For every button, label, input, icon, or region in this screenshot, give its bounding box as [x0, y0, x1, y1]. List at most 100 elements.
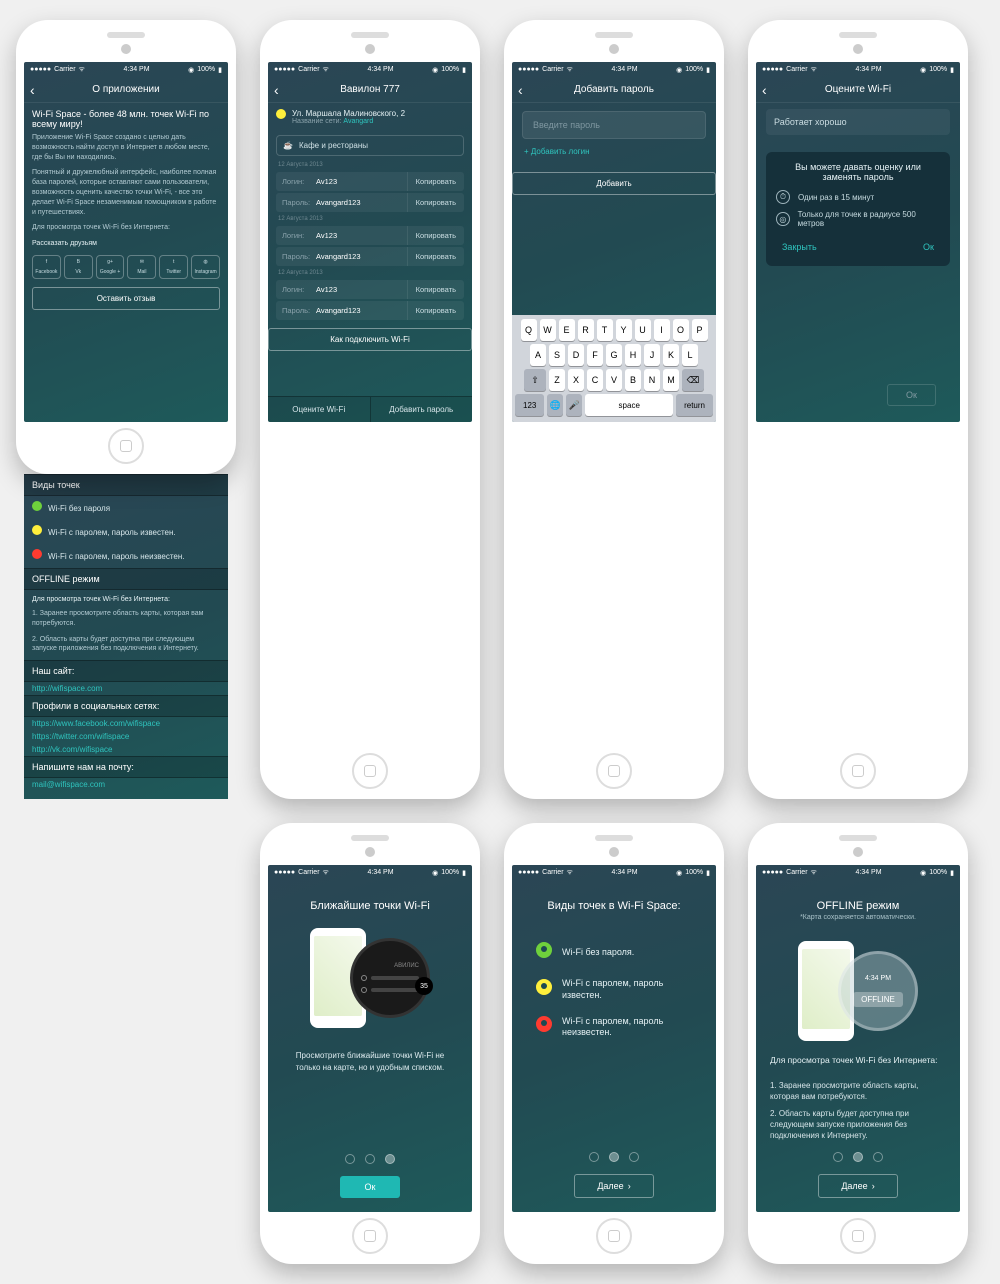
- dot-3[interactable]: [873, 1152, 883, 1162]
- dot-1[interactable]: [833, 1152, 843, 1162]
- key-l[interactable]: L: [682, 344, 698, 366]
- key-backspace[interactable]: ⌫: [682, 369, 704, 391]
- key-i[interactable]: I: [654, 319, 670, 341]
- dot-2[interactable]: [365, 1154, 375, 1164]
- nav-title: Добавить пароль: [574, 84, 654, 95]
- home-button[interactable]: [352, 1218, 388, 1254]
- copy-button[interactable]: Копировать: [407, 172, 464, 191]
- copy-button[interactable]: Копировать: [407, 301, 464, 320]
- key-c[interactable]: C: [587, 369, 603, 391]
- key-a[interactable]: A: [530, 344, 546, 366]
- back-icon[interactable]: ‹: [518, 82, 523, 98]
- home-button[interactable]: [108, 428, 144, 464]
- spot-address: Ул. Маршала Малиновского, 2: [292, 109, 405, 118]
- key-z[interactable]: Z: [549, 369, 565, 391]
- share-facebook[interactable]: fFacebook: [32, 255, 61, 279]
- key-h[interactable]: H: [625, 344, 641, 366]
- about-p2: Понятный и дружелюбный интерфейс, наибол…: [32, 168, 220, 217]
- dot-3[interactable]: [629, 1152, 639, 1162]
- password-row: Пароль:Avangard123Копировать: [276, 247, 464, 266]
- share-google[interactable]: g+Google +: [96, 255, 125, 279]
- home-button[interactable]: [840, 1218, 876, 1254]
- dot-1[interactable]: [345, 1154, 355, 1164]
- dot-3[interactable]: [385, 1154, 395, 1164]
- key-q[interactable]: Q: [521, 319, 537, 341]
- key-y[interactable]: Y: [616, 319, 632, 341]
- home-button[interactable]: [596, 753, 632, 789]
- key-g[interactable]: G: [606, 344, 622, 366]
- home-button[interactable]: [352, 753, 388, 789]
- key-space[interactable]: space: [585, 394, 673, 416]
- ob-body: Просмотрите ближайшие точки Wi-Fi не тол…: [268, 1050, 472, 1074]
- next-button[interactable]: Далее›: [818, 1174, 898, 1198]
- key-v[interactable]: V: [606, 369, 622, 391]
- back-icon[interactable]: ‹: [762, 82, 767, 98]
- back-icon[interactable]: ‹: [30, 82, 35, 98]
- key-p[interactable]: P: [692, 319, 708, 341]
- key-b[interactable]: B: [625, 369, 641, 391]
- key-s[interactable]: S: [549, 344, 565, 366]
- key-e[interactable]: E: [559, 319, 575, 341]
- offline-step1: 1. Заранее просмотрите область карты, ко…: [770, 1080, 946, 1102]
- dot-1[interactable]: [589, 1152, 599, 1162]
- dot-2[interactable]: [609, 1152, 619, 1162]
- login-row: Логин:Av123Копировать: [276, 226, 464, 245]
- home-button[interactable]: [596, 1218, 632, 1254]
- key-globe[interactable]: 🌐: [547, 394, 563, 416]
- social-vk[interactable]: http://vk.com/wifispace: [24, 743, 228, 756]
- cup-icon: ☕: [283, 141, 293, 150]
- back-icon[interactable]: ‹: [274, 82, 279, 98]
- key-shift[interactable]: ⇧: [524, 369, 546, 391]
- how-to-connect-button[interactable]: Как подключить Wi-Fi: [268, 328, 472, 351]
- key-f[interactable]: F: [587, 344, 603, 366]
- nav-bar: ‹ Добавить пароль: [512, 77, 716, 103]
- share-twitter[interactable]: tTwitter: [159, 255, 188, 279]
- mail-link[interactable]: mail@wifispace.com: [24, 778, 228, 799]
- key-k[interactable]: K: [663, 344, 679, 366]
- tab-add-password[interactable]: Добавить пароль: [371, 397, 473, 422]
- add-login-link[interactable]: + Добавить логин: [512, 147, 716, 156]
- dot-2[interactable]: [853, 1152, 863, 1162]
- home-button[interactable]: [840, 753, 876, 789]
- share-vk[interactable]: BVk: [64, 255, 93, 279]
- copy-button[interactable]: Копировать: [407, 247, 464, 266]
- key-n[interactable]: N: [644, 369, 660, 391]
- pin-green-icon: [32, 501, 42, 515]
- about-p3: Для просмотра точек Wi-Fi без Интернета:: [32, 223, 220, 233]
- key-d[interactable]: D: [568, 344, 584, 366]
- social-twitter[interactable]: https://twitter.com/wifispace: [24, 730, 228, 743]
- key-o[interactable]: O: [673, 319, 689, 341]
- next-button[interactable]: Далее›: [574, 1174, 654, 1198]
- key-mic[interactable]: 🎤: [566, 394, 582, 416]
- ok-ghost-button[interactable]: Ок: [887, 384, 936, 406]
- key-r[interactable]: R: [578, 319, 594, 341]
- review-button[interactable]: Оставить отзыв: [32, 287, 220, 310]
- modal-close-button[interactable]: Закрыть: [776, 238, 823, 256]
- ok-button[interactable]: Ок: [340, 1176, 400, 1198]
- key-u[interactable]: U: [635, 319, 651, 341]
- key-x[interactable]: X: [568, 369, 584, 391]
- share-instagram[interactable]: ◍Instagram: [191, 255, 220, 279]
- share-mail[interactable]: ✉Mail: [127, 255, 156, 279]
- key-123[interactable]: 123: [515, 394, 544, 416]
- modal-ok-button[interactable]: Ок: [917, 238, 940, 256]
- status-bar: ●●●●●Carrierᯤ 4:34 PM ◉100%▮: [512, 865, 716, 880]
- key-return[interactable]: return: [676, 394, 713, 416]
- copy-button[interactable]: Копировать: [407, 280, 464, 299]
- copy-button[interactable]: Копировать: [407, 226, 464, 245]
- copy-button[interactable]: Копировать: [407, 193, 464, 212]
- status-bar: ●●●●●Carrierᯤ 4:34 PM ◉100%▮: [268, 865, 472, 880]
- type-yellow: Wi-Fi с паролем, пароль известен.: [24, 520, 228, 544]
- key-w[interactable]: W: [540, 319, 556, 341]
- key-j[interactable]: J: [644, 344, 660, 366]
- types-list: Wi-Fi без пароля. Wi-Fi с паролем, парол…: [512, 918, 716, 1063]
- key-m[interactable]: M: [663, 369, 679, 391]
- tab-rate[interactable]: Оцените Wi-Fi: [268, 397, 371, 422]
- social-facebook[interactable]: https://www.facebook.com/wifispace: [24, 717, 228, 730]
- category-select[interactable]: ☕ Кафе и рестораны: [276, 135, 464, 156]
- add-button[interactable]: Добавить: [512, 172, 716, 195]
- key-t[interactable]: T: [597, 319, 613, 341]
- offline-badge: OFFLINE: [853, 992, 903, 1007]
- site-link[interactable]: http://wifispace.com: [24, 682, 228, 695]
- password-input[interactable]: Введите пароль: [522, 111, 706, 139]
